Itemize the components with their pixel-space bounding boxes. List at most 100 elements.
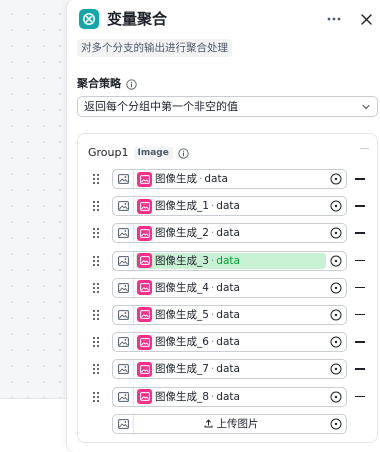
remove-variable-button[interactable] [355, 286, 365, 289]
image-generation-node-icon [137, 198, 152, 214]
drag-handle-icon[interactable] [92, 336, 100, 348]
variable-field: data [216, 281, 240, 294]
info-icon[interactable] [178, 147, 189, 159]
panel-title: 变量聚合 [107, 10, 168, 28]
variable-field: data [216, 227, 240, 240]
variable-selector[interactable]: 图像生成_4 · data [112, 277, 347, 298]
drag-handle-icon[interactable] [92, 173, 100, 185]
panel-description[interactable]: 对多个分支的输出进行聚合处理 [77, 39, 232, 57]
variable-row: 图像生成 · data [78, 167, 379, 194]
remove-variable-button[interactable] [355, 232, 365, 234]
target-icon[interactable] [330, 363, 342, 375]
variable-selector[interactable]: 图像生成_3 · data [112, 250, 347, 271]
variable-node-name: 图像生成_3 [155, 254, 209, 267]
target-icon[interactable] [330, 255, 342, 267]
variable-reference: 图像生成_8 · data [136, 389, 326, 405]
image-type-icon [113, 251, 134, 270]
variable-field: data [204, 173, 228, 185]
variable-reference: 图像生成_1 · data [136, 198, 326, 214]
upload-image-button[interactable]: 上传图片 [136, 416, 326, 432]
variable-field: data [216, 336, 240, 349]
variable-node-name: 图像生成_4 [155, 281, 209, 294]
strategy-select[interactable]: 返回每个分组中第一个非空的值 [77, 96, 378, 117]
variable-selector[interactable]: 图像生成 · data [112, 169, 347, 189]
remove-variable-button[interactable] [355, 368, 365, 370]
remove-variable-button[interactable] [355, 205, 365, 207]
variable-separator: · [210, 227, 215, 240]
variable-selector[interactable]: 图像生成_5 · data [112, 304, 347, 325]
image-type-icon [113, 305, 134, 324]
variable-row: 图像生成_5 · data [78, 303, 379, 330]
group-type-badge: Image [133, 146, 173, 160]
variable-row: 图像生成_1 · data [78, 194, 379, 221]
variable-separator: · [210, 390, 215, 403]
target-icon[interactable] [330, 173, 342, 185]
remove-variable-button[interactable] [355, 395, 365, 397]
close-icon[interactable] [355, 8, 377, 30]
group-name[interactable]: Group1 [88, 146, 129, 160]
variable-reference: 图像生成_5 · data [136, 307, 326, 323]
variable-field: data [216, 363, 240, 376]
variable-reference: 图像生成_2 · data [136, 225, 326, 241]
variable-selector[interactable]: 图像生成_7 · data [112, 359, 347, 380]
drag-handle-icon[interactable] [92, 309, 100, 321]
variable-separator: · [210, 200, 215, 213]
drag-handle-icon[interactable] [92, 227, 100, 239]
target-icon[interactable] [330, 227, 342, 239]
variable-selector[interactable]: 图像生成_2 · data [112, 223, 347, 244]
variable-selector[interactable]: 图像生成_1 · data [112, 196, 347, 217]
target-icon[interactable] [330, 336, 342, 348]
variable-field: data [216, 200, 240, 213]
variable-field: data [216, 390, 240, 403]
drag-handle-icon[interactable] [92, 200, 100, 212]
info-icon[interactable] [126, 78, 137, 90]
variable-aggregator-panel: 变量聚合 对多个分支的输出进行聚合处理 聚合策略 返回每个分组中第一个非空的值 [66, 0, 380, 452]
variable-reference: 图像生成_4 · data [136, 280, 326, 296]
strategy-selected-value: 返回每个分组中第一个非空的值 [84, 100, 238, 113]
image-type-icon [113, 197, 134, 216]
canvas-node-card[interactable] [0, 398, 70, 452]
variable-row: 图像生成_7 · data [78, 357, 379, 384]
remove-variable-button[interactable] [355, 341, 365, 343]
variable-row: 图像生成_4 · data [78, 276, 379, 303]
image-type-icon [113, 333, 134, 352]
variable-reference: 图像生成_7 · data [136, 361, 326, 377]
remove-variable-button[interactable] [355, 178, 365, 180]
drag-handle-icon[interactable] [92, 363, 100, 375]
target-icon[interactable] [330, 391, 342, 403]
drag-handle-icon[interactable] [92, 255, 100, 267]
workflow-canvas[interactable] [0, 0, 70, 452]
variable-separator: · [210, 308, 215, 321]
variable-group: Group1 Image 图像生成 · data 图像生成_1 · data 图… [77, 133, 378, 443]
variable-node-name: 图像生成_5 [155, 308, 209, 321]
remove-variable-button[interactable] [355, 259, 365, 262]
variable-separator: · [210, 254, 215, 267]
variable-node-name: 图像生成_2 [155, 227, 209, 240]
drag-handle-icon[interactable] [92, 391, 100, 403]
variable-row: 图像生成_2 · data [78, 221, 379, 248]
variable-node-name: 图像生成_7 [155, 363, 209, 376]
target-icon[interactable] [330, 418, 342, 430]
group-collapse-button[interactable] [360, 148, 369, 149]
image-generation-node-icon [137, 389, 152, 404]
remove-variable-button[interactable] [355, 313, 365, 316]
variable-separator: · [199, 173, 203, 185]
variable-node-name: 图像生成_1 [155, 200, 209, 213]
strategy-label: 聚合策略 [77, 77, 137, 91]
group-header: Group1 Image [88, 145, 189, 161]
variable-node-name: 图像生成_6 [155, 336, 209, 349]
image-generation-node-icon [137, 361, 152, 377]
variable-selector[interactable]: 图像生成_6 · data [112, 332, 347, 353]
variable-separator: · [210, 363, 215, 376]
variable-separator: · [210, 336, 215, 349]
target-icon[interactable] [330, 200, 342, 212]
drag-handle-icon[interactable] [92, 282, 100, 294]
variable-row: 图像生成_6 · data [78, 330, 379, 357]
upload-icon [204, 419, 212, 428]
target-icon[interactable] [330, 309, 342, 321]
target-icon[interactable] [330, 282, 342, 294]
variable-reference: 图像生成_3 · data [136, 252, 326, 269]
image-type-icon [113, 360, 134, 379]
more-icon[interactable] [323, 8, 345, 30]
variable-selector[interactable]: 图像生成_8 · data [112, 386, 347, 407]
